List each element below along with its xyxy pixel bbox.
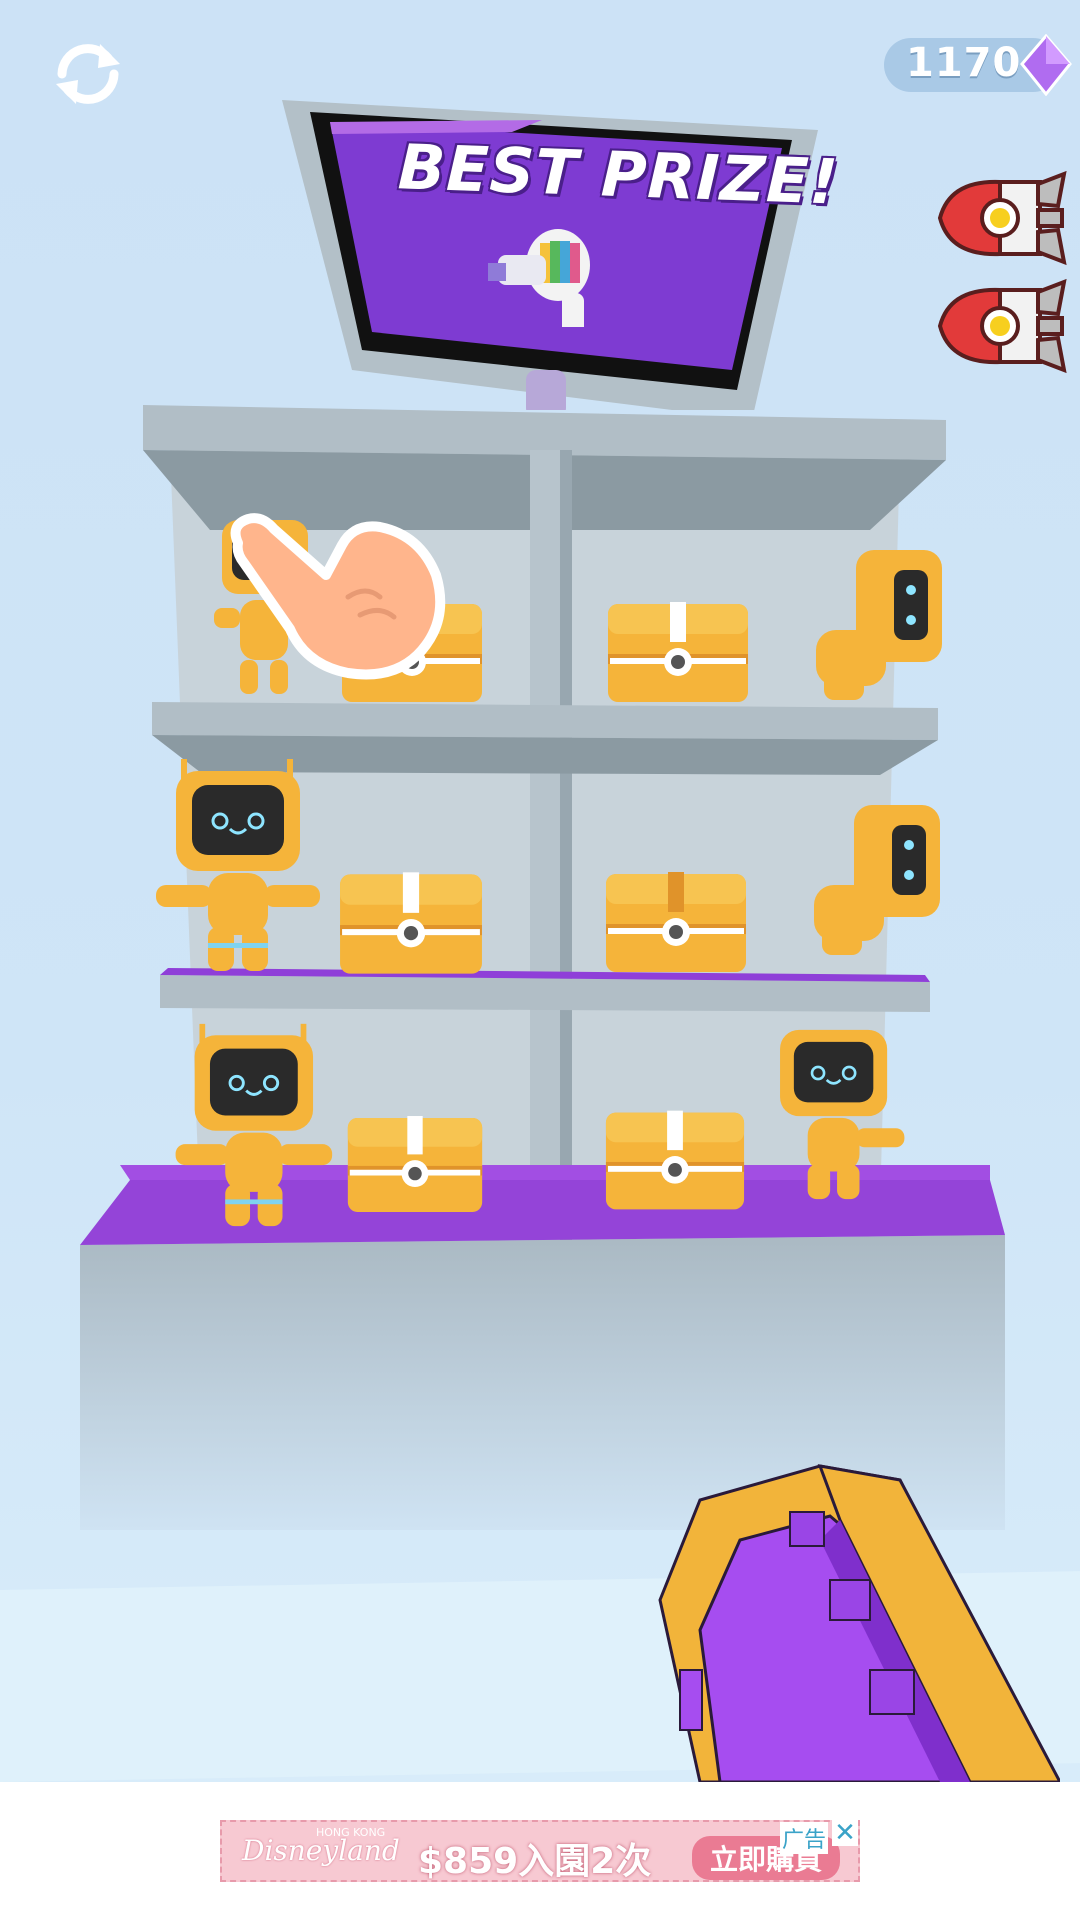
purple-blaster[interactable] <box>640 1460 1060 1782</box>
treasure-chest-icon[interactable] <box>604 598 752 706</box>
gem-count: 1170 <box>906 40 1022 86</box>
ad-brand: Disneyland <box>242 1834 400 1867</box>
treasure-chest-icon[interactable] <box>602 866 750 978</box>
ad-badge: 广告 <box>780 1822 829 1854</box>
robot-toy-icon[interactable] <box>166 1020 336 1230</box>
tv-title: BEST PRIZE! <box>396 130 841 219</box>
purple-diamond-icon <box>1020 34 1072 96</box>
ad-banner[interactable]: HONG KONG Disneyland $859入園2次 立即購買 <box>220 1820 860 1882</box>
treasure-chest-icon[interactable] <box>602 1096 748 1224</box>
robot-toy-icon[interactable] <box>806 530 952 710</box>
treasure-chest-icon[interactable] <box>336 866 486 980</box>
game-scene[interactable]: BEST PRIZE! 1170 <box>0 0 1080 1782</box>
ad-price: $859入園2次 <box>418 1841 652 1882</box>
robot-toy-icon[interactable] <box>150 755 320 975</box>
treasure-chest-icon[interactable] <box>344 1100 486 1228</box>
rocket-powerup-icon[interactable] <box>930 168 1070 268</box>
robot-toy-icon[interactable] <box>804 780 950 970</box>
robot-toy-icon[interactable] <box>756 1016 906 1206</box>
rocket-powerup-icon[interactable] <box>930 276 1070 376</box>
robot-blaster-prize-icon <box>488 229 590 341</box>
tap-hand-icon <box>230 513 446 680</box>
refresh-icon[interactable] <box>50 36 126 112</box>
close-icon[interactable]: ✕ <box>832 1820 858 1846</box>
